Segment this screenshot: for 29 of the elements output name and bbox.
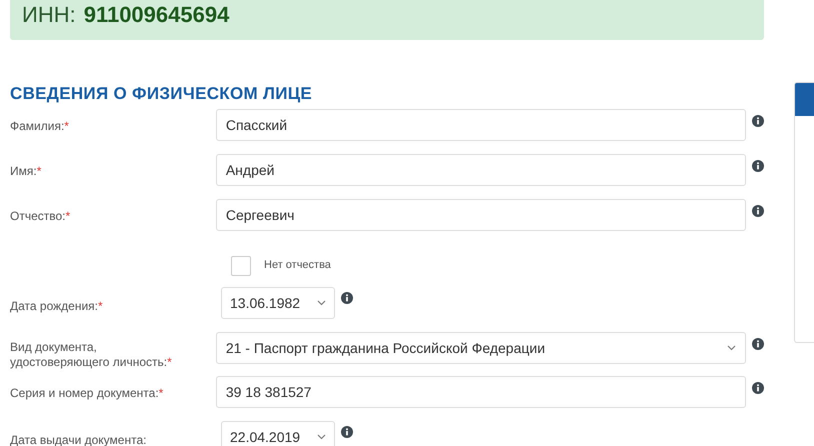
date-dropdown[interactable]: 13.06.1982: [221, 287, 335, 319]
checkbox-label: Нет отчества: [264, 258, 331, 274]
side-panel-header: [795, 83, 814, 116]
section-title: СВЕДЕНИЯ О ФИЗИЧЕСКОМ ЛИЦЕ: [10, 84, 314, 104]
field-label: Дата рождения:*: [10, 298, 104, 314]
info-icon[interactable]: [752, 160, 764, 172]
checkbox[interactable]: [231, 256, 251, 276]
chevron-down-icon: [317, 300, 326, 306]
date-dropdown[interactable]: 22.04.2019: [221, 421, 335, 446]
info-icon[interactable]: [752, 205, 764, 217]
chevron-down-icon: [317, 434, 326, 440]
text-field[interactable]: Андрей: [216, 154, 746, 186]
text-field[interactable]: 39 18 381527: [216, 376, 746, 408]
text-field[interactable]: Сергеевич: [216, 199, 746, 231]
chevron-down-icon: [727, 345, 736, 351]
field-label: Фамилия:*: [10, 118, 70, 134]
info-icon[interactable]: [752, 382, 764, 394]
field-label: Отчество:*: [10, 208, 72, 224]
info-icon[interactable]: [341, 426, 353, 438]
text-field[interactable]: Спасский: [216, 109, 746, 141]
field-label: Вид документа, удостоверяющего личность:*: [10, 339, 173, 370]
info-icon[interactable]: [752, 115, 764, 127]
inn-label: ИНН:: [22, 1, 76, 29]
inn-value: 911009645694: [84, 1, 230, 29]
document-type-dropdown[interactable]: 21 - Паспорт гражданина Российской Федерации: [216, 332, 746, 364]
field-label: Имя:*: [10, 163, 42, 179]
info-icon[interactable]: [341, 292, 353, 304]
info-icon[interactable]: [752, 338, 764, 350]
field-label: Серия и номер документа:*: [10, 385, 164, 401]
